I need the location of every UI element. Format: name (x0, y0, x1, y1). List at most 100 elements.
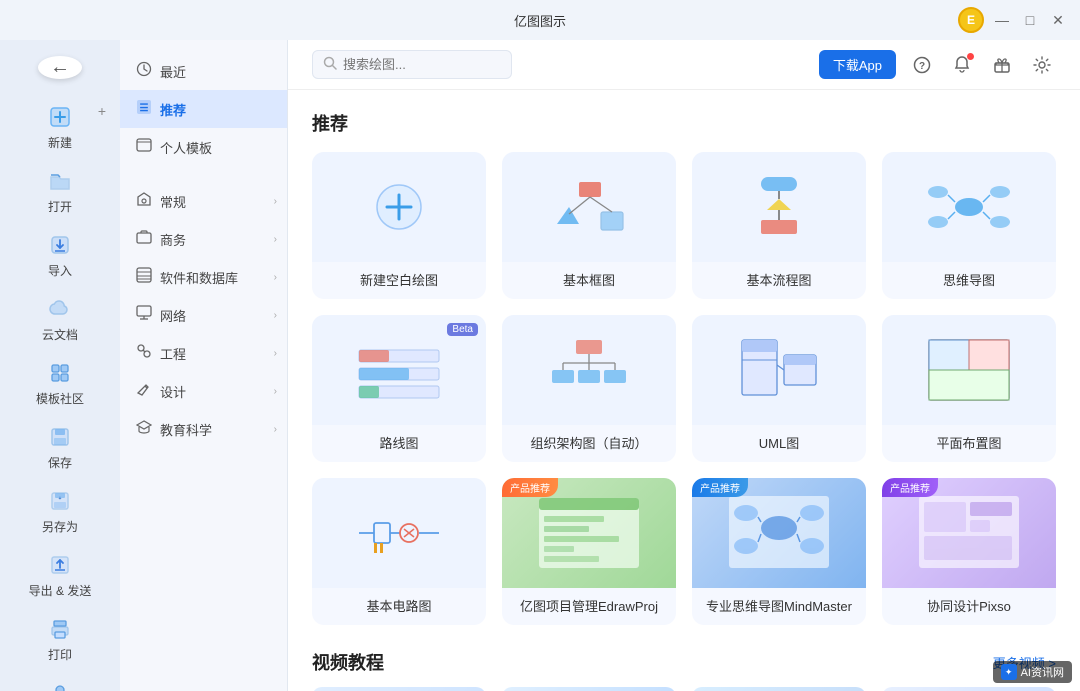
cloud-icon (46, 295, 74, 323)
nav-item-personal-label: 个人模板 (160, 138, 212, 157)
sidebar-item-save[interactable]: 保存 (0, 415, 120, 479)
new-plus-icon[interactable]: + (98, 103, 106, 119)
toolbar: 下载App ? (288, 40, 1080, 90)
template-card-orgchart[interactable]: 组织架构图（自动） (502, 315, 676, 462)
template-label-new-blank: 新建空白绘图 (312, 262, 486, 299)
general-chevron-icon: › (274, 196, 277, 207)
sidebar-item-new[interactable]: 新建 + (0, 95, 120, 159)
back-button[interactable]: ← (38, 56, 82, 79)
business-chevron-icon: › (274, 234, 277, 245)
save-icon (46, 423, 74, 451)
template-label-mindmaster: 专业思维导图MindMaster (692, 588, 866, 625)
sidebar-item-print[interactable]: 打印 (0, 607, 120, 671)
sidebar-item-open[interactable]: 打开 (0, 159, 120, 223)
nav-item-software-db-label: 软件和数据库 (160, 268, 238, 287)
section-title: 推荐 (312, 110, 1056, 136)
sidebar-item-cloud[interactable]: 云文档 (0, 287, 120, 351)
toolbar-right: 下载App ? (819, 50, 1056, 79)
network-icon (136, 305, 152, 325)
svg-text:☰: ☰ (140, 103, 149, 114)
nav-item-recent[interactable]: 最近 (120, 52, 287, 90)
template-card-circuit[interactable]: 基本电路图 (312, 478, 486, 625)
sidebar-item-import-label: 导入 (48, 262, 72, 279)
settings-button[interactable] (1028, 51, 1056, 79)
design-chevron-icon: › (274, 386, 277, 397)
beta-badge: Beta (447, 323, 478, 336)
main-content: 下载App ? (288, 40, 1080, 691)
nav-item-education[interactable]: 教育科学 › (120, 410, 287, 448)
search-icon (323, 56, 337, 73)
sidebar-nav: 最近 ☰ 推荐 个人模板 (120, 40, 288, 691)
nav-item-recommend[interactable]: ☰ 推荐 (120, 90, 287, 128)
nav-item-personal[interactable]: 个人模板 (120, 128, 287, 166)
video-card-4[interactable] (882, 687, 1056, 691)
titlebar: 亿图图示 E — □ ✕ (0, 0, 1080, 40)
sidebar-item-account[interactable]: 账户 (0, 671, 120, 691)
template-card-mindmap[interactable]: 思维导图 (882, 152, 1056, 299)
template-card-pixso[interactable]: 产品推荐 协同设计Pixso (882, 478, 1056, 625)
app-body: ← 新建 + (0, 40, 1080, 691)
gift-button[interactable] (988, 51, 1016, 79)
sidebar-item-new-label: 新建 (48, 134, 72, 151)
nav-item-business[interactable]: 商务 › (120, 220, 287, 258)
nav-item-design[interactable]: 设计 › (120, 372, 287, 410)
template-card-edrawproj[interactable]: 产品推荐 亿图项目管理EdrawProj (502, 478, 676, 625)
search-input[interactable] (343, 57, 483, 72)
sidebar-item-saveas[interactable]: + 另存为 (0, 479, 120, 543)
download-app-button[interactable]: 下载App (819, 50, 896, 79)
template-label-pixso: 协同设计Pixso (882, 588, 1056, 625)
template-card-layout[interactable]: 平面布置图 (882, 315, 1056, 462)
watermark-icon: ✦ (1001, 664, 1017, 680)
svg-text:+: + (59, 496, 62, 502)
search-box[interactable] (312, 50, 512, 79)
video-card-3[interactable] (692, 687, 866, 691)
video-card-1[interactable] (312, 687, 486, 691)
template-label-basic-frame: 基本框图 (502, 262, 676, 299)
nav-item-education-label: 教育科学 (160, 420, 212, 439)
nav-item-business-label: 商务 (160, 230, 186, 249)
close-button[interactable]: ✕ (1048, 10, 1068, 30)
template-label-layout: 平面布置图 (882, 425, 1056, 462)
template-card-basic-flow[interactable]: 基本流程图 (692, 152, 866, 299)
education-icon (136, 419, 152, 439)
help-button[interactable]: ? (908, 51, 936, 79)
nav-item-engineering[interactable]: 工程 › (120, 334, 287, 372)
mindmaster-product-badge: 产品推荐 (692, 478, 748, 497)
network-chevron-icon: › (274, 310, 277, 321)
template-label-edrawproj: 亿图项目管理EdrawProj (502, 588, 676, 625)
nav-item-software-db[interactable]: 软件和数据库 › (120, 258, 287, 296)
video-card-2[interactable] (502, 687, 676, 691)
export-icon (46, 551, 74, 579)
education-chevron-icon: › (274, 424, 277, 435)
template-card-basic-frame[interactable]: 基本框图 (502, 152, 676, 299)
nav-item-engineering-label: 工程 (160, 344, 186, 363)
watermark-text: AI资讯网 (1021, 664, 1064, 680)
template-card-mindmaster[interactable]: 产品推荐 专业思维导图MindMaster (692, 478, 866, 625)
minimize-button[interactable]: — (992, 10, 1012, 30)
user-avatar[interactable]: E (958, 7, 984, 33)
maximize-button[interactable]: □ (1020, 10, 1040, 30)
engineering-chevron-icon: › (274, 348, 277, 359)
saveas-icon: + (46, 487, 74, 515)
template-card-uml[interactable]: UML图 (692, 315, 866, 462)
general-icon (136, 191, 152, 211)
video-grid (312, 687, 1056, 691)
sidebar-item-template-community[interactable]: 模板社区 (0, 351, 120, 415)
template-card-new-blank[interactable]: 新建空白绘图 (312, 152, 486, 299)
nav-item-general[interactable]: 常规 › (120, 182, 287, 220)
sidebar-left: ← 新建 + (0, 40, 120, 691)
template-card-routemap[interactable]: Beta 路线图 (312, 315, 486, 462)
template-label-mindmap: 思维导图 (882, 262, 1056, 299)
nav-item-general-label: 常规 (160, 192, 186, 211)
sidebar-item-import[interactable]: 导入 (0, 223, 120, 287)
recommend-icon: ☰ (136, 99, 152, 119)
sidebar-item-export[interactable]: 导出 & 发送 (0, 543, 120, 607)
sidebar-item-saveas-label: 另存为 (42, 518, 78, 535)
nav-item-network[interactable]: 网络 › (120, 296, 287, 334)
sidebar-item-open-label: 打开 (48, 198, 72, 215)
template-label-basic-flow: 基本流程图 (692, 262, 866, 299)
sidebar-item-cloud-label: 云文档 (42, 326, 78, 343)
pixso-product-badge: 产品推荐 (882, 478, 938, 497)
bell-button[interactable] (948, 51, 976, 79)
content-area: 推荐 新建空白绘图 (288, 90, 1080, 691)
